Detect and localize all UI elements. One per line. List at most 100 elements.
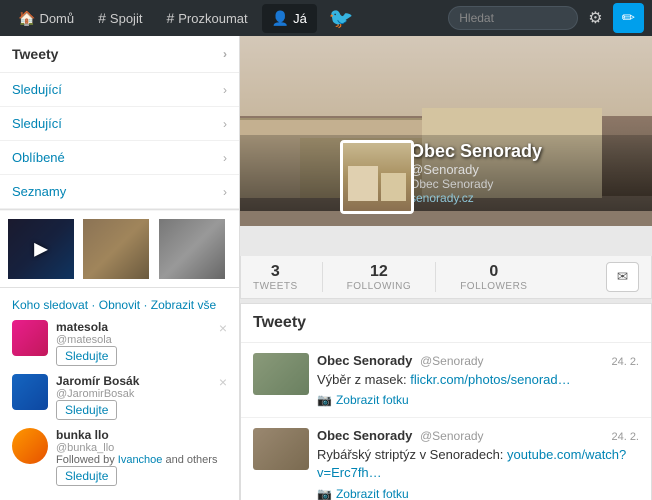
tweet-content-2: Obec Senorady @Senorady 24. 2. Rybářský … — [317, 428, 639, 500]
follow-name-matesola: matesola — [56, 320, 227, 334]
following2-label: Sledující — [12, 116, 62, 131]
twitter-logo: 🐦 — [329, 6, 354, 31]
profile-name: Obec Senorady — [410, 141, 640, 162]
tweety-section: Tweety › Sledující › Sledující › Oblíben… — [0, 36, 239, 210]
favorites-label: Oblíbené — [12, 150, 65, 165]
nav-discover[interactable]: # Prozkoumat — [156, 4, 257, 32]
tweet-thumb-1 — [253, 353, 309, 395]
nav-me-label: Já — [293, 11, 307, 26]
follow-info-bunka: bunka llo @bunka_llo Followed by Ivancho… — [56, 428, 227, 486]
follow-followed-by: Followed by Ivanchoe and others — [56, 454, 227, 466]
avatar-bld2 — [381, 173, 406, 201]
top-navigation: 🏠 Domů # Spojit # Prozkoumat 👤 Já 🐦 ⚙ ✏ — [0, 0, 652, 36]
media-label-2: Zobrazit fotku — [336, 487, 409, 500]
profile-handle: @Senorady — [410, 162, 640, 177]
chevron-right-icon: › — [223, 83, 227, 97]
nav-me[interactable]: 👤 Já — [262, 4, 317, 33]
compose-button[interactable]: ✏ — [613, 3, 644, 33]
followed-by-link[interactable]: Ivanchoe — [118, 454, 163, 466]
tweet-link-1[interactable]: flickr.com/photos/senorad… — [410, 372, 570, 387]
profile-avatar — [340, 140, 414, 214]
tweet-text-1: Výběr z masek: flickr.com/photos/senorad… — [317, 371, 639, 389]
close-jaromir[interactable]: × — [219, 374, 227, 390]
avatar-image — [343, 143, 411, 211]
sidebar-following1[interactable]: Sledující › — [0, 73, 239, 107]
search-input[interactable] — [448, 6, 578, 30]
sidebar-following2[interactable]: Sledující › — [0, 107, 239, 141]
tweet-item-1: Obec Senorady @Senorady 24. 2. Výběr z m… — [241, 343, 651, 418]
follow-section-header: Koho sledovat · Obnovit · Zobrazit vše — [12, 298, 227, 312]
follow-button-bunka[interactable]: Sledujte — [56, 466, 117, 486]
tweet-text-2: Rybářský striptýz v Senoradech: youtube.… — [317, 446, 639, 482]
home-icon: 🏠 — [18, 10, 35, 27]
profile-info-overlay: Obec Senorady @Senorady Obec Senorady se… — [240, 135, 652, 211]
follow-info-matesola: matesola @matesola Sledujte — [56, 320, 227, 366]
refresh-link[interactable]: · Obnovit — [91, 298, 140, 312]
following-count: 12 — [347, 263, 412, 281]
follow-button-matesola[interactable]: Sledujte — [56, 346, 117, 366]
play-icon: ▶ — [34, 239, 48, 260]
follow-handle-matesola: @matesola — [56, 334, 227, 346]
tweets-count: 3 — [253, 263, 298, 281]
profile-url[interactable]: senorady.cz — [410, 191, 640, 205]
left-sidebar: Tweety › Sledující › Sledující › Oblíben… — [0, 36, 240, 500]
avatar-bunka — [12, 428, 48, 464]
media-thumb-3[interactable] — [159, 219, 225, 279]
following-label: FOLLOWING — [347, 281, 412, 292]
view-all-link[interactable]: · Zobrazit vše — [143, 298, 216, 312]
follow-button-jaromir[interactable]: Sledujte — [56, 400, 117, 420]
avatar-matesola — [12, 320, 48, 356]
camera-icon-2: 📷 — [317, 487, 332, 500]
tweets-label: TWEETS — [253, 281, 298, 292]
main-layout: Tweety › Sledující › Sledující › Oblíben… — [0, 36, 652, 500]
tweet-body-2: Rybářský striptýz v Senoradech: — [317, 447, 503, 462]
nav-connect-label: Spojit — [110, 11, 143, 26]
lists-label: Seznamy — [12, 184, 66, 199]
stat-divider-2 — [435, 262, 436, 292]
chevron-right-icon: › — [223, 151, 227, 165]
me-icon: 👤 — [272, 10, 289, 27]
media-grid: ▶ — [8, 219, 231, 279]
following-stat: 12 FOLLOWING — [347, 263, 412, 292]
tweet-name-1: Obec Senorady — [317, 353, 412, 368]
follow-handle-bunka: @bunka_llo — [56, 442, 227, 454]
tweet-media-1[interactable]: 📷 Zobrazit fotku — [317, 393, 639, 407]
nav-home-label: Domů — [39, 11, 74, 26]
nav-home[interactable]: 🏠 Domů — [8, 4, 84, 33]
tweet-media-2[interactable]: 📷 Zobrazit fotku — [317, 487, 639, 500]
avatar-jaromir — [12, 374, 48, 410]
media-section: ▶ — [0, 211, 239, 288]
camera-icon-1: 📷 — [317, 393, 332, 407]
follow-user-jaromir: Jaromír Bosák @JaromirBosak Sledujte × — [12, 374, 227, 420]
tweet-handle-2: @Senorady — [420, 429, 484, 443]
sky — [240, 36, 652, 116]
sidebar-lists[interactable]: Seznamy › — [0, 175, 239, 209]
follow-user-matesola: matesola @matesola Sledujte × — [12, 320, 227, 366]
right-content: Obec Senorady @Senorady Obec Senorady se… — [240, 36, 652, 500]
mail-button[interactable]: ✉ — [606, 262, 639, 292]
settings-button[interactable]: ⚙ — [584, 4, 606, 32]
tweets-section: Tweety Obec Senorady @Senorady 24. 2. Vý… — [240, 303, 652, 500]
media-label-1: Zobrazit fotku — [336, 393, 409, 407]
tweet-thumb-2 — [253, 428, 309, 470]
follow-user-bunka: bunka llo @bunka_llo Followed by Ivancho… — [12, 428, 227, 486]
stats-bar: 3 TWEETS 12 FOLLOWING 0 FOLLOWERS ✉ — [240, 256, 652, 299]
sidebar-favorites[interactable]: Oblíbené › — [0, 141, 239, 175]
tweet-header-1: Obec Senorady @Senorady 24. 2. — [317, 353, 639, 368]
followers-count: 0 — [460, 263, 527, 281]
media-thumb-1[interactable]: ▶ — [8, 219, 74, 279]
nav-discover-label: Prozkoumat — [178, 11, 247, 26]
follow-info-jaromir: Jaromír Bosák @JaromirBosak Sledujte — [56, 374, 227, 420]
chevron-right-icon: › — [223, 185, 227, 199]
follow-header-text: Koho sledovat — [12, 298, 88, 312]
who-to-follow-section: Koho sledovat · Obnovit · Zobrazit vše m… — [0, 288, 239, 500]
tweets-header: Tweety — [241, 304, 651, 343]
media-thumb-2[interactable] — [83, 219, 149, 279]
close-matesola[interactable]: × — [219, 320, 227, 336]
connect-icon: # — [98, 10, 106, 26]
tweet-date-1: 24. 2. — [611, 356, 639, 368]
tweety-arrow: › — [223, 47, 227, 61]
nav-connect[interactable]: # Spojit — [88, 4, 152, 32]
tweety-title: Tweety — [12, 46, 58, 62]
tweets-stat: 3 TWEETS — [253, 263, 298, 292]
